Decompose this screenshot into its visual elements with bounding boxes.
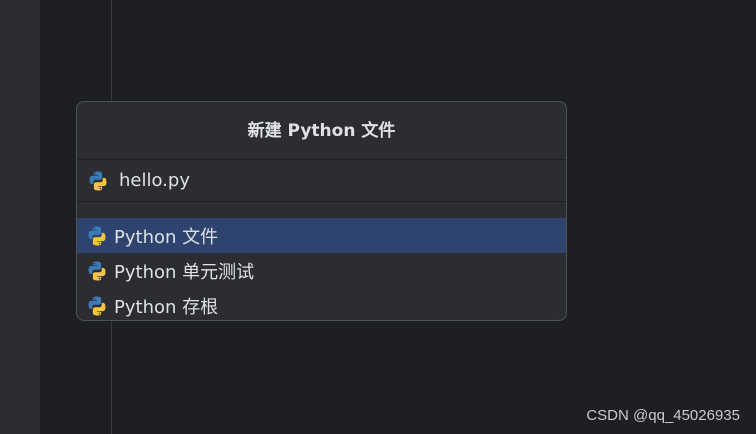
python-icon xyxy=(88,261,106,280)
template-item-python-file[interactable]: Python 文件 xyxy=(77,218,566,253)
template-item-python-stub[interactable]: Python 存根 xyxy=(77,288,566,320)
python-icon xyxy=(89,171,107,190)
new-python-file-dialog: 新建 Python 文件 hello.py Python 文件 Python 单… xyxy=(76,101,567,321)
file-name-value[interactable]: hello.py xyxy=(119,170,190,191)
list-separator xyxy=(77,202,566,218)
template-item-label: Python 存根 xyxy=(114,296,219,318)
template-item-label: Python 单元测试 xyxy=(114,261,255,283)
template-item-python-unit-test[interactable]: Python 单元测试 xyxy=(77,253,566,288)
watermark: CSDN @qq_45026935 xyxy=(586,407,740,424)
file-name-field[interactable]: hello.py xyxy=(77,160,566,202)
dialog-title: 新建 Python 文件 xyxy=(77,102,566,160)
template-item-label: Python 文件 xyxy=(114,226,219,248)
python-icon xyxy=(88,296,106,315)
left-tool-strip xyxy=(0,0,40,434)
python-icon xyxy=(88,226,106,245)
